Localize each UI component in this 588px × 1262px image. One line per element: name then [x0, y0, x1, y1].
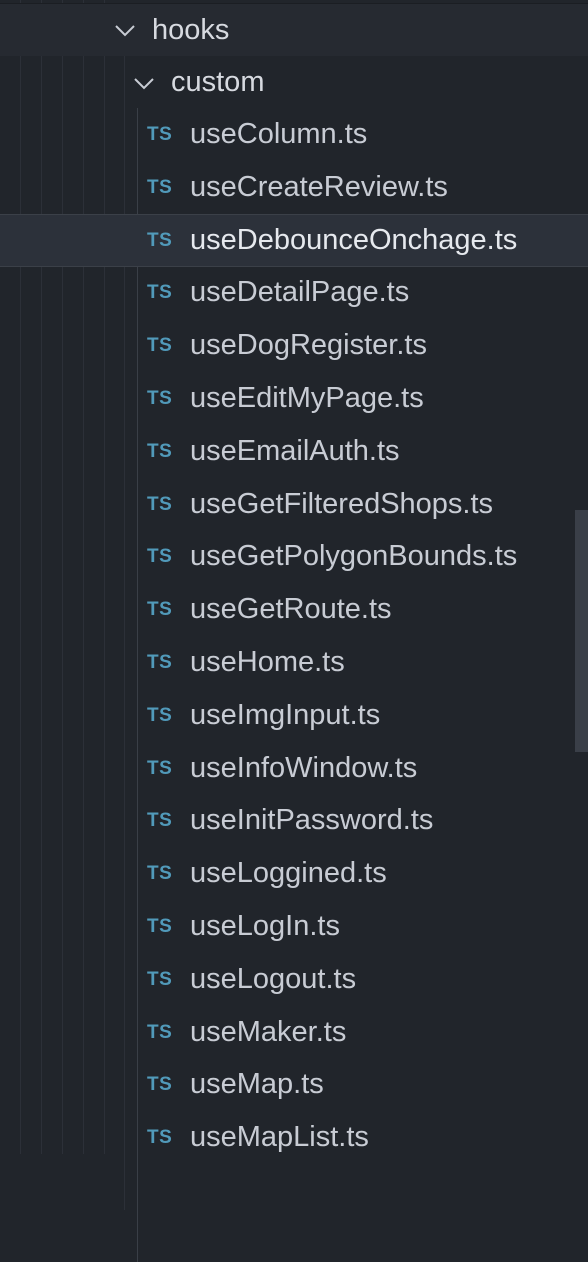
file-item[interactable]: TS useLogout.ts [0, 953, 588, 1006]
typescript-file-icon: TS [147, 334, 173, 356]
file-item[interactable]: TS useEditMyPage.ts [0, 372, 588, 425]
file-name: useLogIn.ts [190, 910, 340, 942]
file-item[interactable]: TS useMaker.ts [0, 1006, 588, 1059]
file-item[interactable]: TS useCreateReview.ts [0, 161, 588, 214]
folder-label: custom [171, 66, 265, 98]
scrollbar-thumb[interactable] [575, 510, 588, 752]
typescript-file-icon: TS [147, 387, 173, 409]
file-item[interactable]: TS useLogIn.ts [0, 900, 588, 953]
file-item[interactable]: TS useInitPassword.ts [0, 794, 588, 847]
typescript-file-icon: TS [147, 968, 173, 990]
file-item[interactable]: TS useImgInput.ts [0, 689, 588, 742]
file-item[interactable]: TS useColumn.ts [0, 108, 588, 161]
file-name: useHome.ts [190, 646, 345, 678]
typescript-file-icon: TS [147, 176, 173, 198]
typescript-file-icon: TS [147, 915, 173, 937]
file-item[interactable]: TS useGetPolygonBounds.ts [0, 530, 588, 583]
file-name: useEmailAuth.ts [190, 435, 400, 467]
typescript-file-icon: TS [147, 598, 173, 620]
file-name: useGetRoute.ts [190, 593, 392, 625]
file-item[interactable]: TS useLoggined.ts [0, 847, 588, 900]
chevron-down-icon [133, 76, 154, 90]
file-name: useGetPolygonBounds.ts [190, 540, 518, 572]
file-item[interactable]: TS useMapList.ts [0, 1111, 588, 1164]
typescript-file-icon: TS [147, 1021, 173, 1043]
file-name: useInitPassword.ts [190, 804, 434, 836]
folder-custom[interactable]: custom [0, 56, 588, 109]
typescript-file-icon: TS [147, 1126, 173, 1148]
file-name: useDetailPage.ts [190, 276, 410, 308]
file-item[interactable]: TS useInfoWindow.ts [0, 742, 588, 795]
file-item[interactable]: TS useEmailAuth.ts [0, 425, 588, 478]
file-item[interactable]: TS useDebounceOnchage.ts [0, 214, 588, 267]
typescript-file-icon: TS [147, 704, 173, 726]
typescript-file-icon: TS [147, 1073, 173, 1095]
chevron-down-icon [114, 23, 135, 37]
typescript-file-icon: TS [147, 651, 173, 673]
typescript-file-icon: TS [147, 757, 173, 779]
folder-label: hooks [152, 13, 230, 46]
file-name: useColumn.ts [190, 118, 368, 150]
file-item[interactable]: TS useDetailPage.ts [0, 266, 588, 319]
file-name: useDebounceOnchage.ts [190, 224, 518, 256]
file-name: useInfoWindow.ts [190, 752, 418, 784]
typescript-file-icon: TS [147, 493, 173, 515]
typescript-file-icon: TS [147, 862, 173, 884]
typescript-file-icon: TS [147, 809, 173, 831]
file-name: useImgInput.ts [190, 699, 381, 731]
typescript-file-icon: TS [147, 545, 173, 567]
file-name: useGetFilteredShops.ts [190, 488, 494, 520]
file-item[interactable]: TS useMap.ts [0, 1058, 588, 1111]
file-item[interactable]: TS useDogRegister.ts [0, 319, 588, 372]
file-name: useCreateReview.ts [190, 171, 448, 203]
file-name: useEditMyPage.ts [190, 382, 424, 414]
typescript-file-icon: TS [147, 281, 173, 303]
file-name: useMap.ts [190, 1068, 324, 1100]
file-item[interactable]: TS useGetFilteredShops.ts [0, 478, 588, 531]
typescript-file-icon: TS [147, 229, 173, 251]
file-item[interactable]: TS useGetRoute.ts [0, 583, 588, 636]
typescript-file-icon: TS [147, 440, 173, 462]
file-explorer: hooks custom TS useColumn.ts TS useCreateRe… [0, 0, 588, 1262]
file-name: useDogRegister.ts [190, 329, 427, 361]
file-name: useLoggined.ts [190, 857, 387, 889]
file-name: useMapList.ts [190, 1121, 369, 1153]
typescript-file-icon: TS [147, 123, 173, 145]
file-name: useLogout.ts [190, 963, 357, 995]
folder-hooks[interactable]: hooks [0, 3, 588, 56]
file-item[interactable]: TS useHome.ts [0, 636, 588, 689]
file-name: useMaker.ts [190, 1016, 347, 1048]
